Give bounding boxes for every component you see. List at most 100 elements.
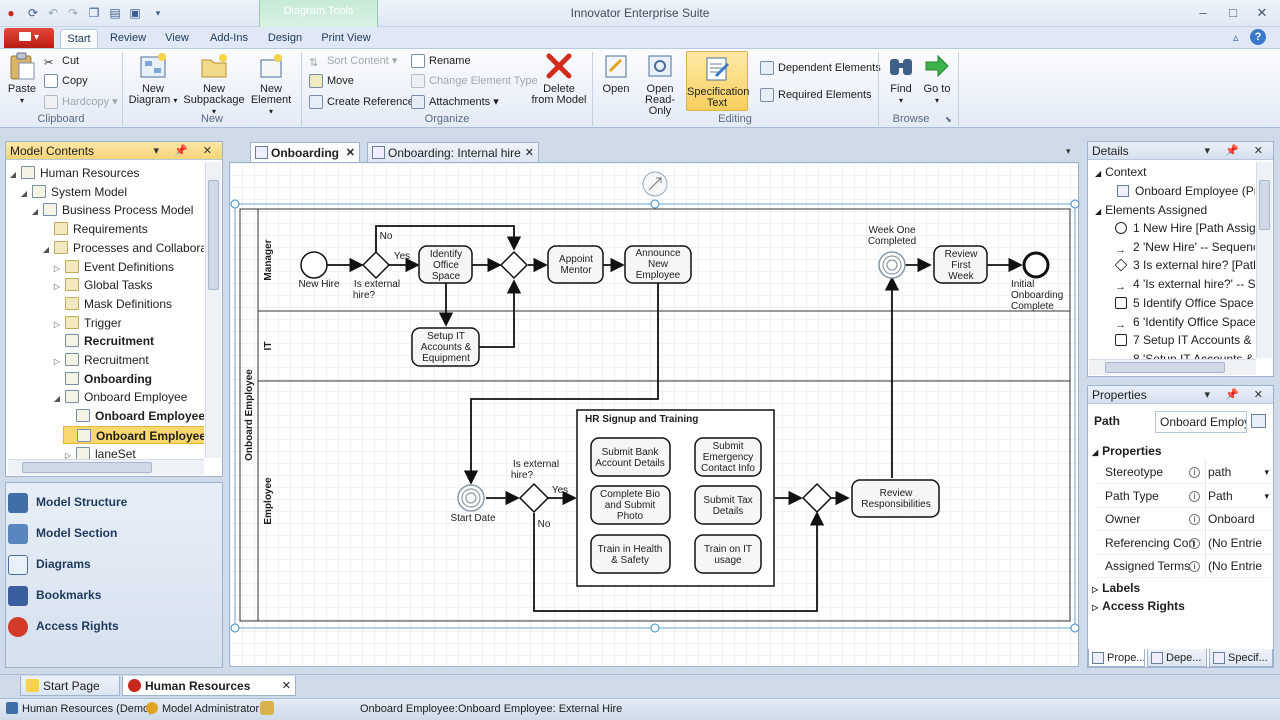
tree-horizontal-scrollbar[interactable]: [8, 459, 204, 475]
assigned-element-item[interactable]: → 2 'New Hire' -- Sequenc: [1115, 238, 1255, 256]
details-elements-group[interactable]: ◢ Elements Assigned: [1095, 201, 1255, 219]
tree-item[interactable]: Mask Definitions: [52, 295, 172, 313]
tree-item[interactable]: Requirements: [41, 220, 148, 238]
tab-design[interactable]: Design: [262, 29, 308, 48]
pane-controls[interactable]: ▾ 📌 ✕: [1204, 386, 1269, 404]
paste-button[interactable]: Paste ▾: [6, 51, 38, 106]
open-read-only-button[interactable]: Open Read-Only: [636, 51, 684, 117]
collapse-ribbon-icon[interactable]: ▵: [1233, 31, 1239, 44]
close-window-button[interactable]: ✕: [1251, 4, 1273, 22]
tree-expander-icon[interactable]: ▷: [52, 316, 62, 334]
tree-expander-icon[interactable]: ◢: [52, 390, 62, 408]
find-button[interactable]: Find ▾: [884, 51, 918, 106]
labels-section[interactable]: ▷ Labels: [1092, 579, 1262, 597]
tree-item[interactable]: Onboarding: [52, 370, 152, 388]
details-context-group[interactable]: ◢ Context: [1095, 163, 1255, 181]
assigned-element-item[interactable]: 3 Is external hire? [Path: [1115, 256, 1255, 274]
minimize-button[interactable]: –: [1192, 4, 1214, 22]
assigned-element-item[interactable]: 5 Identify Office Space [I: [1115, 294, 1255, 312]
property-value[interactable]: Path: [1205, 484, 1271, 507]
tree-scroll-thumb[interactable]: [208, 180, 219, 290]
users-icon[interactable]: [260, 701, 274, 715]
tab-print-view[interactable]: Print View: [317, 29, 375, 48]
close-tab-icon[interactable]: ✕: [525, 143, 534, 163]
property-row[interactable]: Stereotype i path ▾: [1097, 461, 1271, 484]
assigned-element-item[interactable]: →8 'Setup IT Accounts & E: [1115, 350, 1255, 359]
sort-content-button[interactable]: ⇅ Sort Content ▾: [309, 52, 397, 70]
details-vertical-scrollbar[interactable]: [1256, 162, 1272, 358]
assigned-element-item[interactable]: → 6 'Identify Office Space': [1115, 313, 1255, 331]
access-rights-section[interactable]: ▷ Access Rights: [1092, 597, 1262, 615]
tree-hscroll-thumb[interactable]: [22, 462, 152, 473]
property-row[interactable]: Referencing Con i (No Entrie: [1097, 531, 1271, 555]
tree-expander-icon[interactable]: ▷: [52, 353, 62, 371]
tree-item[interactable]: ◢ Human Resources: [8, 164, 139, 182]
property-value[interactable]: (No Entrie: [1205, 555, 1271, 577]
close-tab-icon[interactable]: ✕: [282, 676, 291, 696]
delete-from-model-button[interactable]: Delete from Model: [530, 51, 588, 106]
paste-icon[interactable]: ▤: [107, 5, 123, 21]
properties-section[interactable]: ◢ Properties: [1092, 442, 1262, 460]
copy-icon[interactable]: ❐: [86, 5, 102, 21]
tree-item[interactable]: ▷ Recruitment: [52, 351, 149, 369]
change-element-type-button[interactable]: Change Element Type: [411, 72, 538, 90]
redo-icon[interactable]: ↷: [65, 5, 81, 21]
tree-expander-icon[interactable]: ◢: [8, 166, 18, 184]
new-element-button[interactable]: New Element ▾: [248, 51, 294, 117]
tree-item[interactable]: Onboard Employee: E: [63, 425, 204, 444]
maximize-button[interactable]: □: [1222, 4, 1244, 22]
property-value[interactable]: (No Entrie: [1205, 531, 1271, 554]
doc-tab-onboarding[interactable]: Onboarding ✕: [250, 142, 360, 162]
print-icon[interactable]: ▣: [127, 5, 143, 21]
pane-controls[interactable]: ▾ 📌 ✕: [153, 142, 218, 160]
file-menu-button[interactable]: ▾: [4, 28, 54, 48]
tree-item[interactable]: ▷ Trigger: [52, 314, 122, 332]
gateway-is-external-hire-1[interactable]: [361, 250, 391, 280]
refresh-icon[interactable]: ⟳: [25, 5, 41, 21]
start-event-new-hire[interactable]: [300, 251, 328, 279]
tree-item[interactable]: Recruitment: [52, 332, 154, 350]
tab-start[interactable]: Start: [60, 29, 98, 48]
tree-item[interactable]: ◢ Onboard Employee: [52, 388, 187, 406]
tab-view[interactable]: View: [158, 29, 196, 48]
attachments-button[interactable]: Attachments ▾: [411, 93, 499, 111]
tab-review[interactable]: Review: [107, 29, 149, 48]
dialog-launcher-icon[interactable]: ⬊: [945, 115, 952, 124]
pane-controls[interactable]: ▾ 📌 ✕: [1204, 142, 1269, 160]
customize-quick-access-icon[interactable]: ▾: [150, 5, 166, 21]
go-to-button[interactable]: Go to ▾: [920, 51, 954, 106]
nav-access-rights[interactable]: Access Rights: [8, 611, 119, 641]
info-icon[interactable]: i: [1189, 467, 1200, 478]
hardcopy-button[interactable]: Hardcopy ▾: [44, 93, 118, 111]
gateway-join-1[interactable]: [499, 250, 529, 280]
specification-text-button[interactable]: Specification Text: [686, 51, 749, 111]
copy-button[interactable]: Copy: [44, 72, 88, 90]
diagram-canvas[interactable]: Onboard Employee Manager IT Employee New…: [229, 162, 1080, 667]
new-diagram-button[interactable]: New Diagram ▾: [128, 51, 178, 106]
nav-diagrams[interactable]: Diagrams: [8, 549, 91, 579]
tree-expander-icon[interactable]: ◢: [19, 185, 29, 203]
doc-tab-onboarding-internal-hire[interactable]: Onboarding: Internal hire ✕: [367, 142, 539, 162]
details-context-item[interactable]: Onboard Employee (Pro: [1117, 182, 1255, 200]
tree-item[interactable]: ▷ Event Definitions: [52, 258, 174, 276]
details-scroll-thumb[interactable]: [1259, 180, 1270, 230]
required-elements-button[interactable]: Required Elements: [760, 86, 872, 104]
bottom-tab-specification[interactable]: Specif...: [1209, 649, 1273, 667]
property-row[interactable]: Path Type i Path ▾: [1097, 484, 1271, 508]
new-subpackage-button[interactable]: New Subpackage ▾: [182, 51, 246, 117]
tree-expander-icon[interactable]: ▷: [52, 260, 62, 278]
help-icon[interactable]: ?: [1250, 29, 1266, 45]
gateway-is-external-hire-2[interactable]: [518, 482, 550, 514]
tree-expander-icon[interactable]: ◢: [30, 203, 40, 221]
details-horizontal-scrollbar[interactable]: [1089, 359, 1256, 375]
dropdown-arrow-icon[interactable]: ▾: [1264, 461, 1269, 483]
cut-button[interactable]: ✂ Cut: [44, 52, 79, 70]
tab-list-dropdown-icon[interactable]: ▾: [1066, 146, 1071, 157]
tree-item[interactable]: ◢ Business Process Model: [30, 201, 193, 219]
tree-item[interactable]: ▷ Global Tasks: [52, 276, 152, 294]
tree-item[interactable]: ◢ Processes and Collaboratio: [41, 239, 204, 257]
path-field[interactable]: Onboard Employ: [1155, 411, 1247, 433]
property-value[interactable]: Onboard: [1205, 508, 1271, 530]
bottom-tab-dependencies[interactable]: Depe...: [1147, 649, 1207, 667]
info-icon[interactable]: i: [1189, 514, 1200, 525]
